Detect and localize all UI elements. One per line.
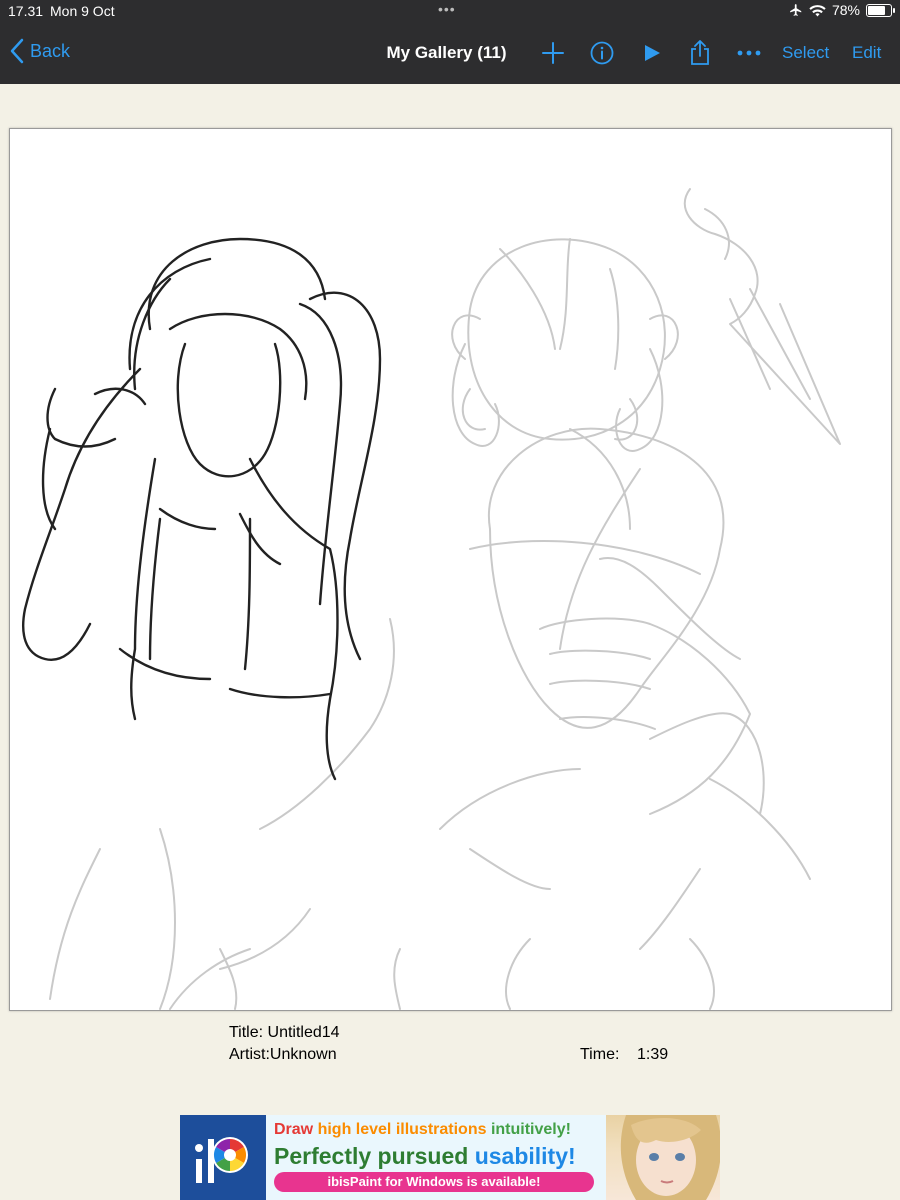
artwork-time-value: 1:39 [637, 1046, 669, 1063]
share-icon [691, 40, 709, 65]
more-button[interactable] [734, 38, 764, 68]
battery-icon [866, 3, 895, 17]
airplane-mode-icon [790, 4, 802, 16]
ad-banner[interactable]: Draw high level illustrations intuitivel… [180, 1115, 720, 1200]
ibispaint-logo [180, 1115, 266, 1200]
add-button[interactable] [538, 38, 568, 68]
share-button[interactable] [685, 38, 715, 68]
play-icon [645, 45, 660, 61]
ad-character-illustration [606, 1115, 720, 1200]
multitasking-dots[interactable]: ••• [438, 1, 456, 17]
edit-button[interactable]: Edit [852, 43, 881, 63]
wifi-icon [809, 4, 826, 17]
navigation-bar: Back My Gallery (11) Select Edit [0, 24, 900, 84]
girl-line-art [22, 237, 382, 781]
info-icon [590, 41, 614, 65]
sketch-artwork [22, 188, 841, 1010]
artwork-thumbnail[interactable] [9, 128, 892, 1011]
status-right: 78% [789, 2, 895, 18]
info-button[interactable] [587, 38, 617, 68]
ad-subheadline: Perfectly pursued usability! [274, 1143, 576, 1169]
play-button[interactable] [637, 38, 667, 68]
battery-percent: 78% [831, 2, 860, 18]
artwork-artist: Artist:Unknown [229, 1046, 337, 1063]
artwork-time-label: Time: [580, 1046, 620, 1063]
select-button[interactable]: Select [782, 43, 829, 63]
ad-headline: Draw high level illustrations intuitivel… [274, 1121, 571, 1138]
plus-icon [542, 42, 564, 64]
status-bar: 17.31 Mon 9 Oct ••• 78% [0, 0, 900, 24]
construction-lines [49, 188, 841, 1010]
more-icon [737, 50, 761, 56]
status-time: 17.31 [8, 3, 44, 19]
status-date: Mon 9 Oct [50, 3, 115, 19]
ad-cta-pill[interactable]: ibisPaint for Windows is available! [274, 1172, 594, 1192]
artwork-title: Title: Untitled14 [229, 1024, 340, 1041]
ad-text-panel: Draw high level illustrations intuitivel… [266, 1115, 606, 1200]
